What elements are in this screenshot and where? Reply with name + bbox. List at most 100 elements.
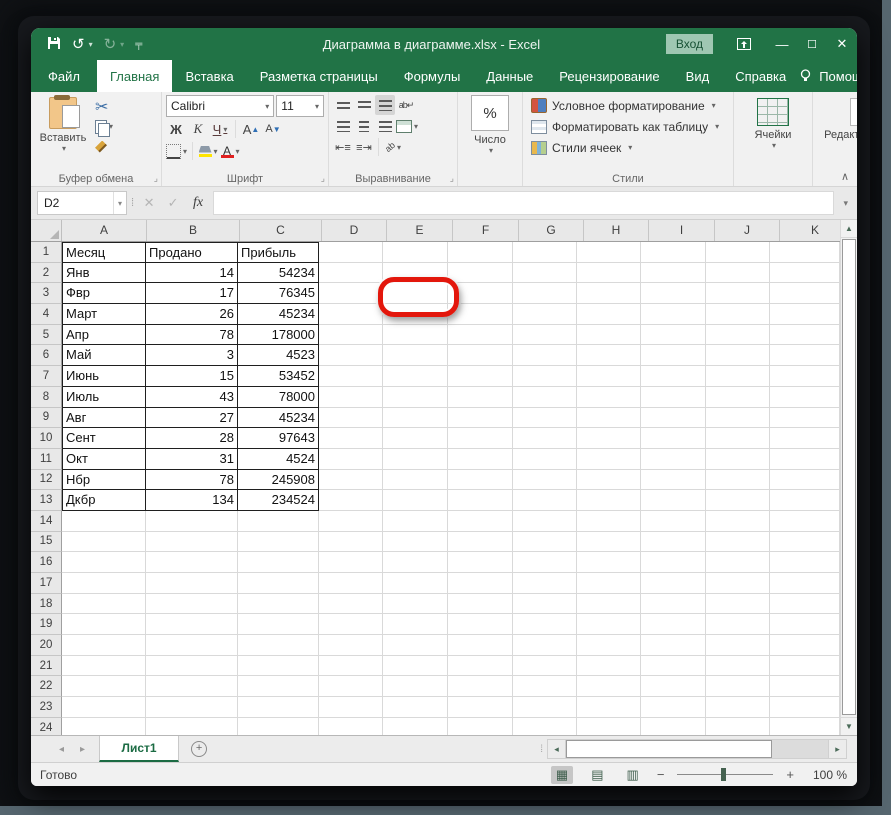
cell-F17[interactable] — [448, 573, 513, 594]
cell-K14[interactable] — [770, 510, 840, 532]
cell-A21[interactable] — [62, 655, 146, 677]
cell-A15[interactable] — [62, 531, 146, 553]
cell-J5[interactable] — [706, 324, 770, 346]
align-top-button[interactable] — [333, 95, 353, 115]
cell-I13[interactable] — [641, 490, 706, 511]
row-header-23[interactable]: 23 — [31, 697, 62, 718]
cell-B24[interactable] — [146, 717, 238, 735]
cell-H2[interactable] — [577, 262, 641, 284]
column-header-E[interactable]: E — [387, 220, 453, 241]
cut-button[interactable]: ✂ — [95, 97, 115, 116]
cell-G10[interactable] — [513, 428, 577, 449]
cell-E23[interactable] — [383, 697, 448, 718]
align-center-button[interactable] — [354, 116, 374, 136]
cell-F8[interactable] — [448, 386, 513, 408]
cell-J14[interactable] — [706, 510, 770, 532]
row-header-1[interactable]: 1 — [31, 242, 62, 263]
cell-C11[interactable]: 4524 — [238, 448, 319, 470]
number-dropdown-icon[interactable]: ▾ — [489, 146, 493, 155]
font-size-combo[interactable]: 11 ▾ — [276, 95, 324, 117]
cell-B13[interactable]: 134 — [146, 490, 238, 511]
cell-H24[interactable] — [577, 717, 641, 735]
row-header-18[interactable]: 18 — [31, 593, 62, 615]
cell-G20[interactable] — [513, 635, 577, 656]
cell-D4[interactable] — [319, 304, 383, 325]
cell-D11[interactable] — [319, 448, 383, 470]
cell-A5[interactable]: Апр — [62, 324, 146, 346]
cell-E15[interactable] — [383, 531, 448, 553]
cell-I18[interactable] — [641, 593, 706, 615]
cell-K7[interactable] — [770, 366, 840, 387]
cell-B19[interactable] — [146, 614, 238, 636]
cell-I15[interactable] — [641, 531, 706, 553]
cell-G1[interactable] — [513, 242, 577, 263]
column-header-B[interactable]: B — [147, 220, 240, 241]
cell-C21[interactable] — [238, 655, 319, 677]
paste-dropdown-icon[interactable]: ▾ — [62, 144, 66, 153]
shrink-font-button[interactable]: А ▼ — [263, 119, 283, 139]
cell-H19[interactable] — [577, 614, 641, 636]
redo-icon[interactable]: ↻ — [104, 37, 117, 52]
minimize-button[interactable]: — — [767, 28, 797, 60]
cell-H20[interactable] — [577, 635, 641, 656]
cell-B8[interactable]: 43 — [146, 386, 238, 408]
cell-K12[interactable] — [770, 469, 840, 491]
cell-J13[interactable] — [706, 490, 770, 511]
cell-A14[interactable] — [62, 510, 146, 532]
cell-C2[interactable]: 54234 — [238, 262, 319, 284]
cell-I10[interactable] — [641, 428, 706, 449]
row-header-12[interactable]: 12 — [31, 469, 62, 491]
cell-F11[interactable] — [448, 448, 513, 470]
alignment-dialog-launcher-icon[interactable]: ⌟ — [450, 173, 454, 184]
cell-E22[interactable] — [383, 676, 448, 698]
cell-K1[interactable] — [770, 242, 840, 263]
cell-F15[interactable] — [448, 531, 513, 553]
cell-H16[interactable] — [577, 552, 641, 573]
paste-button[interactable]: Вставить ▾ — [35, 95, 91, 170]
tab-help[interactable]: Справка — [722, 60, 799, 92]
increase-indent-button[interactable]: ≡⇥ — [354, 137, 374, 157]
undo-dropdown-icon[interactable]: ▾ — [89, 40, 93, 49]
cell-C6[interactable]: 4523 — [238, 345, 319, 367]
scroll-left-icon[interactable]: ◂ — [547, 739, 566, 759]
cell-F2[interactable] — [448, 262, 513, 284]
cell-C24[interactable] — [238, 717, 319, 735]
cell-C8[interactable]: 78000 — [238, 386, 319, 408]
cell-J9[interactable] — [706, 407, 770, 429]
column-header-H[interactable]: H — [584, 220, 649, 241]
orientation-button[interactable]: ab ▾ — [383, 137, 403, 157]
ribbon-display-options-icon[interactable] — [729, 28, 759, 60]
cell-A24[interactable] — [62, 717, 146, 735]
cell-I20[interactable] — [641, 635, 706, 656]
row-header-3[interactable]: 3 — [31, 283, 62, 305]
underline-button[interactable]: Ч ▾ — [210, 119, 230, 139]
cell-E24[interactable] — [383, 717, 448, 735]
cell-B14[interactable] — [146, 510, 238, 532]
cell-C12[interactable]: 245908 — [238, 469, 319, 491]
tab-formulas[interactable]: Формулы — [391, 60, 474, 92]
cell-G13[interactable] — [513, 490, 577, 511]
cell-I19[interactable] — [641, 614, 706, 636]
cell-G17[interactable] — [513, 573, 577, 594]
cell-K10[interactable] — [770, 428, 840, 449]
cell-K9[interactable] — [770, 407, 840, 429]
cell-I6[interactable] — [641, 345, 706, 367]
cell-G2[interactable] — [513, 262, 577, 284]
page-layout-view-icon[interactable]: ▤ — [586, 766, 608, 784]
cell-A22[interactable] — [62, 676, 146, 698]
cell-F1[interactable] — [448, 242, 513, 263]
cell-A8[interactable]: Июль — [62, 386, 146, 408]
cell-G15[interactable] — [513, 531, 577, 553]
cell-H4[interactable] — [577, 304, 641, 325]
cell-C15[interactable] — [238, 531, 319, 553]
row-header-22[interactable]: 22 — [31, 676, 62, 698]
tab-data[interactable]: Данные — [473, 60, 546, 92]
cell-I4[interactable] — [641, 304, 706, 325]
horizontal-scrollbar[interactable]: ◂ ▸ — [547, 736, 847, 762]
cell-H23[interactable] — [577, 697, 641, 718]
cell-I5[interactable] — [641, 324, 706, 346]
horizontal-scroll-track[interactable] — [566, 739, 828, 759]
cell-J7[interactable] — [706, 366, 770, 387]
column-header-I[interactable]: I — [649, 220, 715, 241]
cell-I11[interactable] — [641, 448, 706, 470]
